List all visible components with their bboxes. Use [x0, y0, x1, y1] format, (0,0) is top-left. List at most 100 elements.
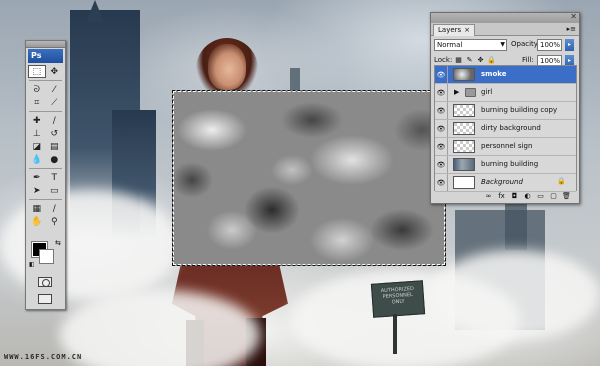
hand-icon[interactable]: ✋ [28, 215, 46, 228]
layer-style-icon[interactable]: fx [497, 192, 506, 200]
path-select-icon[interactable]: ➤ [28, 184, 46, 197]
tool-separator [29, 168, 62, 169]
layer-thumbnail [453, 122, 475, 135]
tool-row: ⬚ ✥ [26, 65, 65, 78]
visibility-eye-icon[interactable]: 👁 [435, 174, 448, 191]
watermark: WWW.16FS.COM.CN [4, 353, 83, 361]
opacity-label: Opacity: [511, 40, 540, 48]
lock-image-icon[interactable]: ✎ [465, 55, 474, 64]
tool-separator [29, 199, 62, 200]
layer-row[interactable]: 👁 burning building [435, 156, 576, 174]
slice-icon[interactable]: ⟋ [46, 96, 64, 109]
tab-layers[interactable]: Layers × [433, 24, 476, 36]
blend-mode-select[interactable]: Normal ▼ [434, 39, 507, 51]
fill-label: Fill: [522, 56, 534, 64]
pen-icon[interactable]: ✒ [28, 171, 46, 184]
move-icon[interactable]: ✥ [46, 65, 63, 78]
tools-titlebar[interactable] [26, 41, 65, 48]
new-group-icon[interactable]: ▭ [536, 192, 545, 200]
layer-name: smoke [481, 70, 507, 78]
layer-lock-icon: 🔒 [557, 177, 566, 185]
layer-row[interactable]: 👁 ▶ girl [435, 84, 576, 102]
marquee-icon[interactable]: ⬚ [28, 65, 46, 78]
visibility-eye-icon[interactable]: 👁 [435, 138, 448, 155]
magic-wand-icon[interactable]: ⁄ [46, 83, 64, 96]
visibility-eye-icon[interactable]: 👁 [435, 66, 448, 83]
new-layer-icon[interactable]: ▢ [549, 192, 558, 200]
tool-row: ✋ ⚲ [26, 215, 65, 228]
panel-menu-icon[interactable]: ▸≡ [567, 25, 576, 33]
dodge-icon[interactable]: ● [46, 153, 64, 166]
delete-layer-icon[interactable]: 🗑 [562, 192, 571, 200]
layer-thumbnail [453, 104, 475, 117]
type-icon[interactable]: T [46, 171, 64, 184]
castle-spire [86, 0, 104, 22]
sign-post [393, 314, 397, 354]
link-layers-icon[interactable]: ∞ [484, 192, 493, 200]
tool-row: ▦ ∕ [26, 202, 65, 215]
tool-row: ✚ ∕ [26, 114, 65, 127]
opacity-field[interactable]: 100% [537, 39, 562, 51]
layer-row[interactable]: 👁 dirty background [435, 120, 576, 138]
layer-name: girl [481, 88, 493, 96]
lasso-icon[interactable]: ᘐ [28, 83, 46, 96]
layer-name: dirty background [481, 124, 541, 132]
tab-layers-label: Layers [438, 26, 462, 34]
eraser-icon[interactable]: ◪ [28, 140, 46, 153]
screen-mode-button[interactable] [38, 294, 52, 304]
visibility-eye-icon[interactable]: 👁 [435, 120, 448, 137]
tool-separator [29, 80, 62, 81]
swap-colors-icon[interactable]: ⇆ [55, 239, 61, 247]
lock-icons: ▦ ✎ ✥ 🔒 [454, 55, 496, 64]
healing-brush-icon[interactable]: ✚ [28, 114, 46, 127]
panel-collapse-icon[interactable]: ✕ [570, 12, 577, 21]
folder-icon [465, 88, 476, 97]
lock-all-icon[interactable]: 🔒 [487, 55, 496, 64]
layers-bottom-bar: ∞ fx ◘ ◐ ▭ ▢ 🗑 [431, 190, 579, 201]
quick-mask-button[interactable] [38, 277, 52, 287]
background-color-swatch[interactable] [39, 249, 54, 264]
layer-list: 👁 smoke 👁 ▶ girl 👁 burning building copy 👁 dirty… [434, 65, 577, 192]
gradient-icon[interactable]: ▤ [46, 140, 64, 153]
tool-row: ➤ ▭ [26, 184, 65, 197]
visibility-eye-icon[interactable]: 👁 [435, 84, 448, 101]
tool-row: 💧 ● [26, 153, 65, 166]
lock-transparent-icon[interactable]: ▦ [454, 55, 463, 64]
default-colors-icon[interactable]: ◧ [29, 261, 35, 268]
clone-stamp-icon[interactable]: ⊥ [28, 127, 46, 140]
fog-cloud [430, 250, 600, 340]
shape-icon[interactable]: ▭ [46, 184, 64, 197]
layer-row[interactable]: 👁 burning building copy [435, 102, 576, 120]
notes-icon[interactable]: ▦ [28, 202, 46, 215]
layer-name: burning building copy [481, 106, 558, 114]
lock-label: Lock: [434, 56, 453, 64]
tool-grid: ⬚ ✥ ᘐ ⁄ ⌗ ⟋ ✚ ∕ ⊥ ↺ ◪ ▤ 💧 ● ✒ T ➤ ▭ ▦ ∕ ✋ ⚲ [26, 65, 65, 228]
layers-titlebar[interactable]: ✕ [431, 12, 579, 23]
girl-face [208, 44, 246, 90]
tool-row: ⌗ ⟋ [26, 96, 65, 109]
layer-thumbnail [453, 176, 475, 189]
blend-mode-value: Normal [437, 41, 463, 49]
crop-icon[interactable]: ⌗ [28, 96, 46, 109]
adjustment-layer-icon[interactable]: ◐ [523, 192, 532, 200]
eyedropper-icon[interactable]: ∕ [46, 202, 64, 215]
personnel-sign: AUTHORIZED PERSONNEL ONLY [370, 280, 426, 318]
expand-group-icon[interactable]: ▶ [454, 88, 459, 96]
add-mask-icon[interactable]: ◘ [510, 192, 519, 200]
selection-marquee[interactable] [172, 90, 446, 266]
layer-row[interactable]: 👁 personnel sign [435, 138, 576, 156]
layers-tab-row: Layers × ▸≡ [431, 23, 579, 36]
layer-thumbnail [453, 140, 475, 153]
opacity-slider-button[interactable]: ▸ [565, 39, 574, 51]
blur-icon[interactable]: 💧 [28, 153, 46, 166]
brush-icon[interactable]: ∕ [46, 114, 64, 127]
layer-row[interactable]: 👁 smoke [435, 66, 576, 84]
tool-row: ✒ T [26, 171, 65, 184]
visibility-eye-icon[interactable]: 👁 [435, 102, 448, 119]
ps-logo[interactable]: Ps [28, 49, 63, 63]
zoom-icon[interactable]: ⚲ [46, 215, 64, 228]
lock-position-icon[interactable]: ✥ [476, 55, 485, 64]
history-brush-icon[interactable]: ↺ [46, 127, 64, 140]
tab-close-icon[interactable]: × [464, 26, 470, 34]
visibility-eye-icon[interactable]: 👁 [435, 156, 448, 173]
